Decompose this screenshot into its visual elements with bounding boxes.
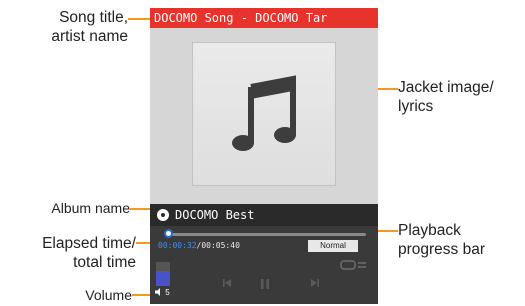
jacket-image[interactable] [192,42,336,186]
disc-icon [157,209,169,221]
annotation-elapsed-total: Elapsed time/ total time [4,234,136,272]
time-display: 00:00:32/00:05:40 [158,241,240,251]
total-time: /00:05:40 [196,241,240,250]
annotation-jacket-line2: lyrics [398,98,434,115]
repeat-icon[interactable] [340,260,368,270]
volume-indicator: 5 [155,288,170,298]
annotation-progress-line1: Playback [398,222,461,239]
jacket-area [150,28,378,204]
song-title-bar: DOCOMO Song - DOCOMO Tar [150,8,378,28]
next-track-icon [311,279,319,287]
annotation-progress-line2: progress bar [398,241,486,258]
volume-segment [156,283,170,286]
volume-segment [156,268,170,271]
music-note-icon [232,75,296,151]
annotation-volume: Volume [85,287,132,303]
annotation-elapsed-line2: total time [73,254,136,271]
annotation-jacket-line1: Jacket image/ [398,79,494,96]
annotation-jacket-image: Jacket image/ lyrics [398,78,523,116]
previous-track-icon [223,279,231,287]
pause-icon [261,279,269,289]
music-player-screen: DOCOMO Song - DOCOMO Tar DOCOMO Best 00:… [150,8,378,304]
annotation-album-name: Album name [51,200,130,216]
annotation-song-title: Song title, artist name [4,8,128,46]
album-row: DOCOMO Best [150,204,378,226]
annotation-elapsed-line1: Elapsed time/ [42,235,136,252]
speaker-icon [155,288,160,296]
volume-segment [156,265,170,268]
pause-button[interactable] [260,278,270,293]
next-track-button[interactable] [310,278,320,291]
playback-progress-bar[interactable] [166,233,366,236]
volume-segment [156,271,170,274]
volume-segment [156,262,170,265]
elapsed-time: 00:00:32 [158,241,197,250]
leader-volume [132,294,152,296]
playback-progress-knob[interactable] [164,229,173,238]
leader-song-title [128,18,152,20]
annotation-song-title-line1: Song title, [59,9,128,26]
volume-value: 5 [165,288,170,297]
volume-segment [156,280,170,283]
volume-segment [156,274,170,277]
play-mode-badge[interactable]: Normal [308,240,358,252]
annotation-song-title-line2: artist name [51,28,128,45]
previous-track-button[interactable] [222,278,232,291]
leader-album-name [130,208,152,210]
volume-level-bars[interactable] [156,262,170,286]
volume-segment [156,277,170,280]
annotation-playback-progress: Playback progress bar [398,221,523,259]
album-name: DOCOMO Best [175,208,255,222]
